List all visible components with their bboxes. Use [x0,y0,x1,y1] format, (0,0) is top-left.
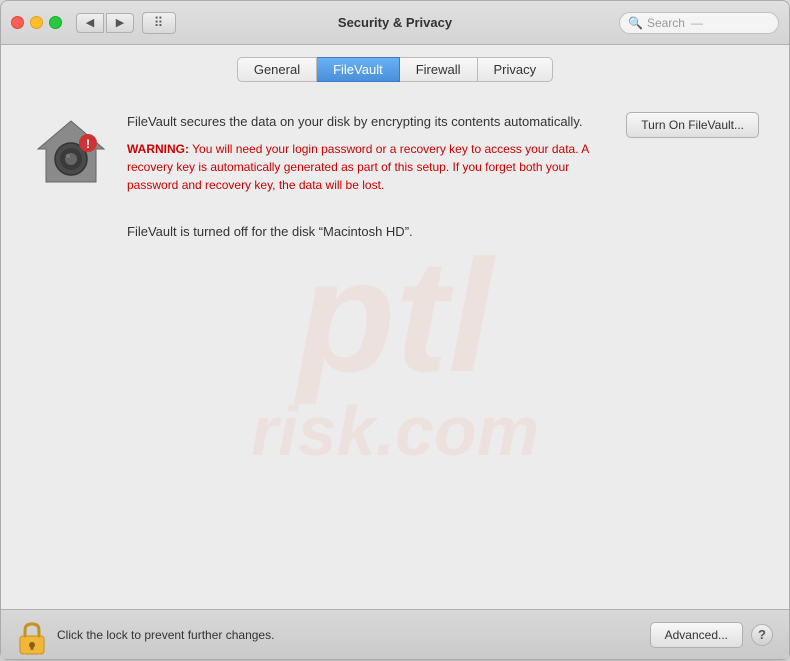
lock-house-icon: ! [36,117,106,187]
main-window: ◀ ▶ ⠿ Security & Privacy 🔍 Search — Gene… [0,0,790,660]
warning-label: WARNING: [127,142,189,156]
tab-firewall[interactable]: Firewall [400,57,478,82]
back-button[interactable]: ◀ [76,13,104,33]
forward-button[interactable]: ▶ [106,13,134,33]
info-text: FileVault secures the data on your disk … [127,112,614,194]
back-icon: ◀ [86,16,94,29]
turn-on-filevault-button[interactable]: Turn On FileVault... [626,112,759,138]
maximize-button[interactable] [49,16,62,29]
filevault-status: FileVault is turned off for the disk “Ma… [31,224,759,239]
grid-icon: ⠿ [154,15,165,31]
lock-wrap: Click the lock to prevent further change… [17,620,274,650]
lock-label: Click the lock to prevent further change… [57,628,274,642]
bottom-right-buttons: Advanced... ? [650,622,773,648]
bottom-bar: Click the lock to prevent further change… [1,609,789,659]
filevault-icon: ! [31,112,111,192]
lock-icon[interactable] [17,620,47,650]
search-icon: 🔍 [628,16,643,30]
search-box[interactable]: 🔍 Search — [619,12,779,34]
tab-filevault[interactable]: FileVault [317,57,400,82]
tab-privacy[interactable]: Privacy [478,57,554,82]
tabs-bar: General FileVault Firewall Privacy [1,45,789,92]
watermark: ptl risk.com [251,236,539,466]
close-button[interactable] [11,16,24,29]
minimize-button[interactable] [30,16,43,29]
nav-buttons: ◀ ▶ [76,13,134,33]
help-button[interactable]: ? [751,624,773,646]
titlebar: ◀ ▶ ⠿ Security & Privacy 🔍 Search — [1,1,789,45]
content-area: ptl risk.com ! [1,92,789,609]
warning-text: WARNING: You will need your login passwo… [127,140,614,194]
main-description: FileVault secures the data on your disk … [127,112,614,132]
traffic-lights [11,16,62,29]
search-dash: — [691,16,703,30]
tab-general[interactable]: General [237,57,317,82]
search-placeholder: Search [647,16,685,30]
svg-text:!: ! [86,137,90,151]
forward-icon: ▶ [116,16,124,29]
warning-body: You will need your login password or a r… [127,142,589,192]
window-title: Security & Privacy [338,15,452,30]
advanced-button[interactable]: Advanced... [650,622,743,648]
info-section: ! FileVault secures the data on your dis… [31,112,759,194]
grid-button[interactable]: ⠿ [142,12,176,34]
